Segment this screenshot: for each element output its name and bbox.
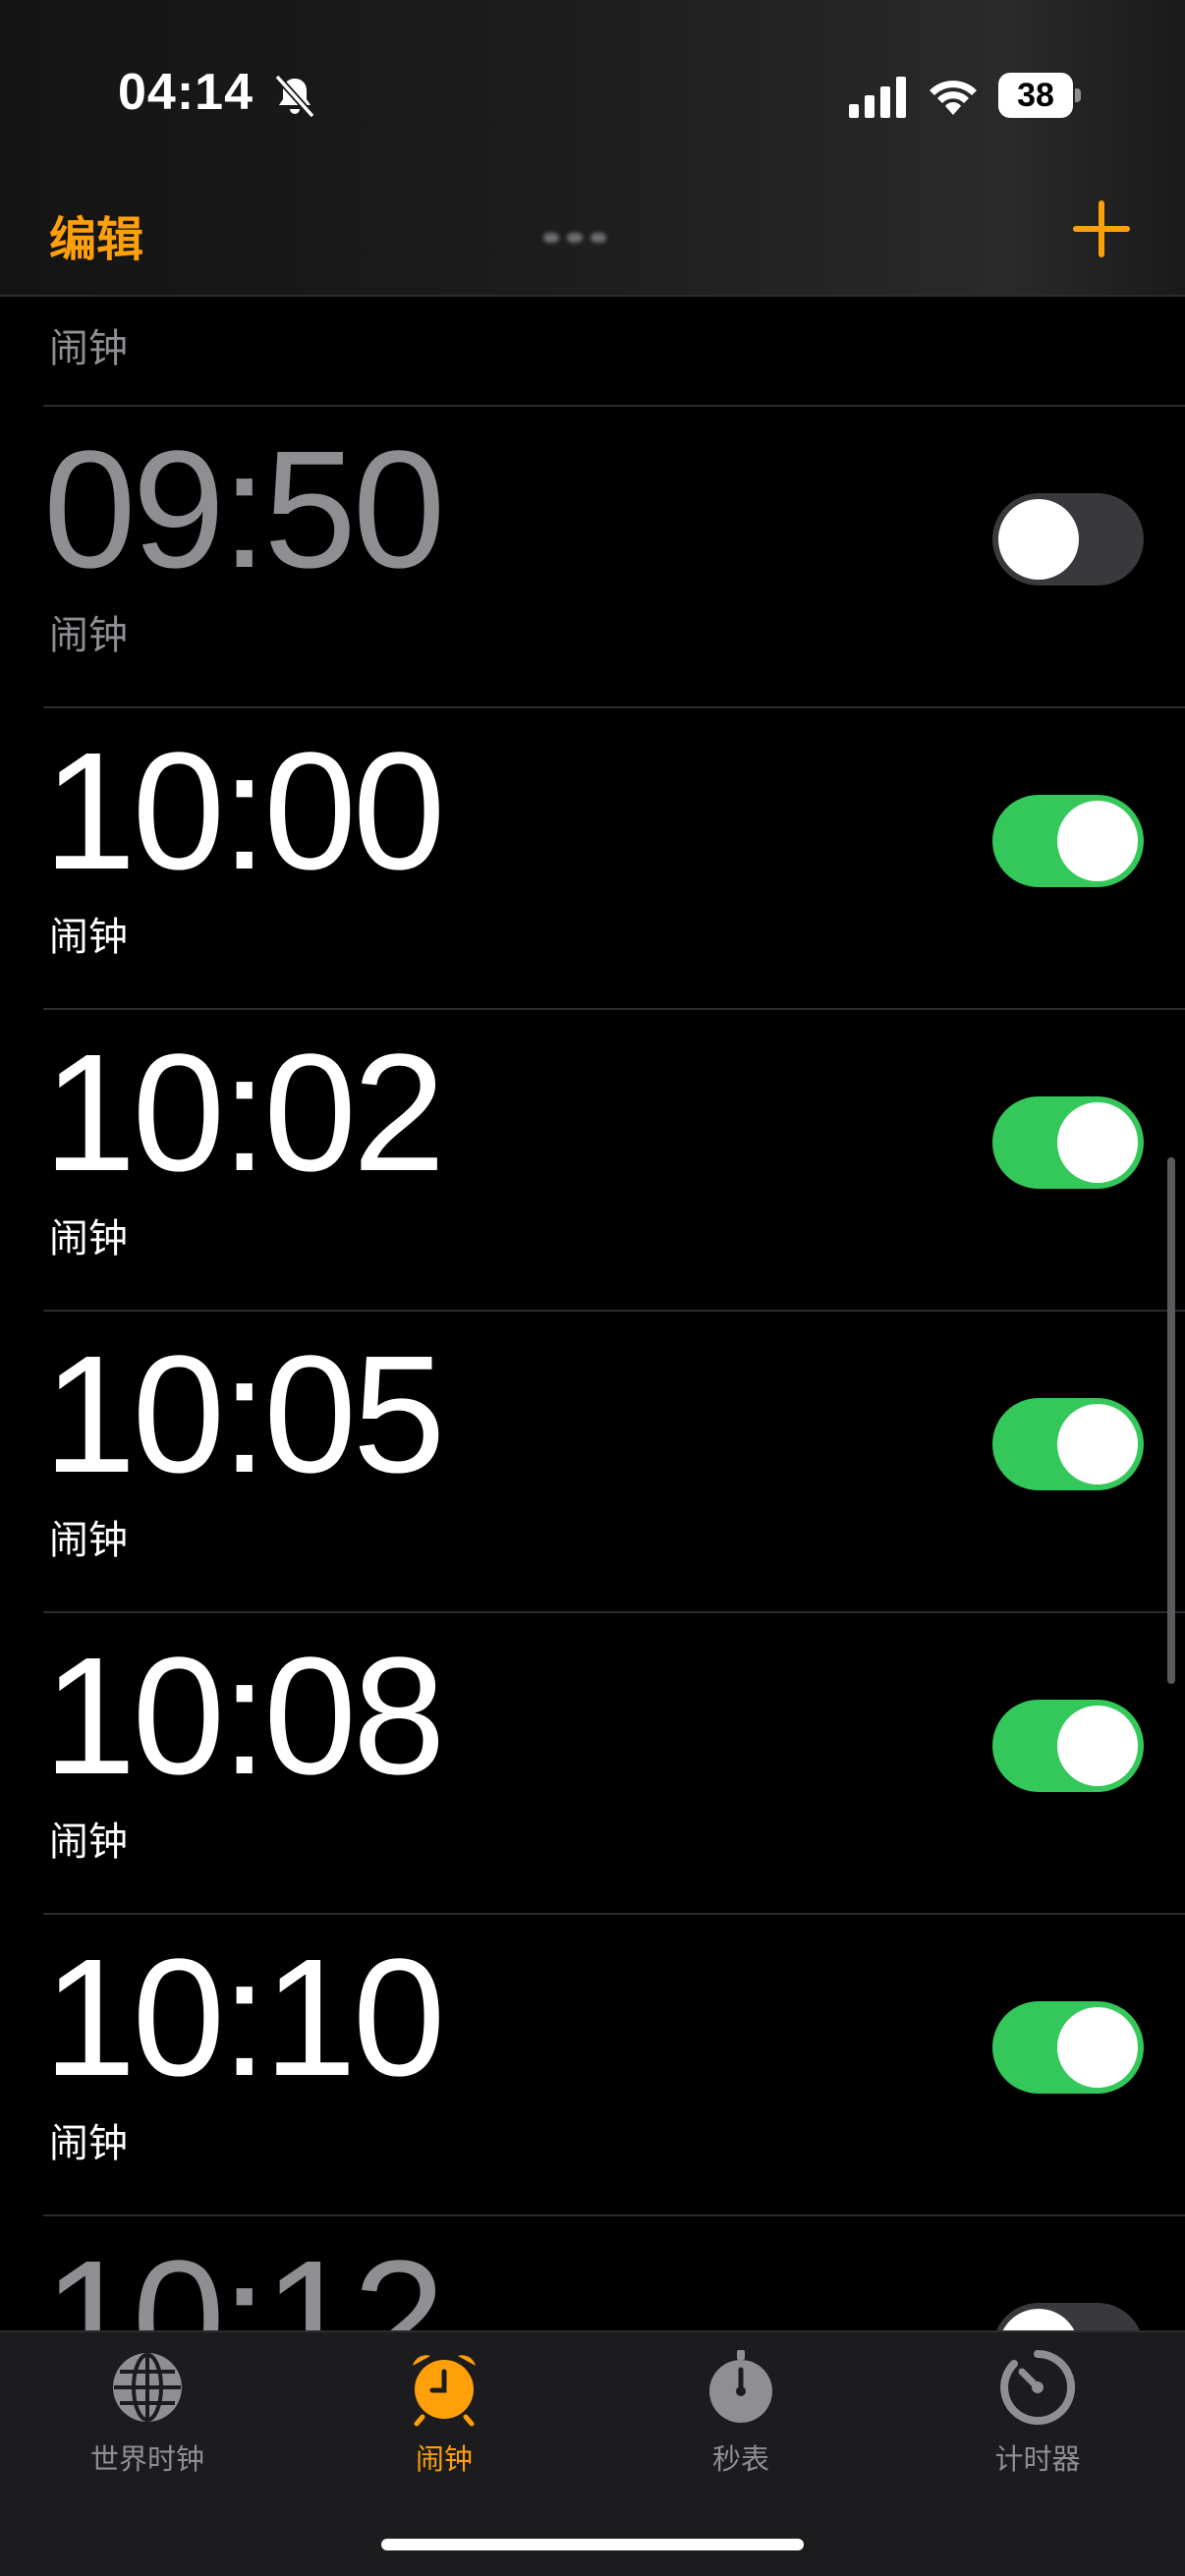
- alarm-toggle[interactable]: [992, 1700, 1144, 1792]
- alarm-toggle[interactable]: [992, 1398, 1144, 1490]
- toggle-knob: [1057, 2007, 1138, 2088]
- tab-label: 闹钟: [415, 2442, 473, 2476]
- alarm-row[interactable]: 10:10 闹钟: [0, 1915, 1185, 2216]
- globe-icon: [113, 2353, 182, 2422]
- top-bar: 04:14 38 编辑: [0, 0, 1185, 297]
- scrollbar[interactable]: [1167, 1157, 1175, 1684]
- alarm-row[interactable]: 10:05 闹钟: [0, 1312, 1185, 1613]
- tab-alarm[interactable]: 闹钟: [346, 2348, 542, 2478]
- alarm-label: 闹钟: [49, 1518, 128, 1563]
- alarm-clock-icon: [413, 2355, 476, 2427]
- toggle-knob: [1057, 1404, 1138, 1484]
- alarm-time: 10:00: [43, 718, 445, 905]
- alarm-label: 闹钟: [49, 1820, 128, 1865]
- alarm-list[interactable]: 闹钟 09:50 闹钟 10:00 闹钟 10:02 闹钟 10:05 闹钟 10:08 闹钟 10…: [0, 297, 1185, 2330]
- toggle-knob: [1057, 801, 1138, 881]
- alarm-rows: 09:50 闹钟 10:00 闹钟 10:02 闹钟 10:05 闹钟 10:08 闹钟 10:10…: [0, 407, 1185, 2330]
- alarm-label: 闹钟: [49, 2121, 128, 2166]
- alarm-row[interactable]: 09:50 闹钟: [0, 407, 1185, 708]
- battery-icon: 38: [998, 73, 1081, 118]
- alarm-toggle[interactable]: [992, 795, 1144, 887]
- tab-timer[interactable]: 计时器: [939, 2348, 1136, 2478]
- alarm-toggle[interactable]: [992, 2303, 1144, 2330]
- cellular-signal-icon: [849, 77, 906, 118]
- battery-level: 38: [1017, 77, 1054, 114]
- alarm-row[interactable]: 10:12: [0, 2216, 1185, 2330]
- alarm-toggle[interactable]: [992, 2001, 1144, 2094]
- stopwatch-icon: [709, 2350, 772, 2423]
- alarm-row[interactable]: 10:00 闹钟: [0, 708, 1185, 1010]
- alarm-time: 10:10: [43, 1925, 445, 2111]
- wifi-icon: [930, 81, 977, 115]
- add-alarm-button[interactable]: [1073, 200, 1130, 257]
- alarm-time: 10:08: [43, 1623, 445, 1810]
- home-indicator: [381, 2539, 804, 2550]
- toggle-knob: [998, 2309, 1079, 2330]
- alarm-row[interactable]: 10:08 闹钟: [0, 1613, 1185, 1915]
- tab-world-clock[interactable]: 世界时钟: [49, 2348, 246, 2478]
- tab-label: 秒表: [711, 2442, 769, 2476]
- tab-label: 计时器: [994, 2442, 1081, 2476]
- alarm-time: 09:50: [43, 417, 445, 603]
- alarm-time: 10:05: [43, 1321, 445, 1508]
- bell-muted-icon: [274, 74, 315, 119]
- toggle-knob: [998, 499, 1079, 580]
- alarm-time: 10:02: [43, 1020, 445, 1206]
- nav-title-faded: [543, 228, 642, 257]
- alarm-label: 闹钟: [49, 1216, 128, 1261]
- alarm-toggle[interactable]: [992, 1096, 1144, 1189]
- toggle-knob: [1057, 1102, 1138, 1183]
- status-time: 04:14: [118, 64, 254, 121]
- edit-button[interactable]: 编辑: [49, 200, 143, 269]
- alarm-label: 闹钟: [49, 915, 128, 960]
- alarm-time: 10:12: [43, 2226, 445, 2330]
- alarm-label: 闹钟: [49, 613, 128, 658]
- toggle-knob: [1057, 1706, 1138, 1786]
- alarm-toggle[interactable]: [992, 493, 1144, 586]
- alarm-label: 闹钟: [49, 326, 128, 371]
- timer-icon: [1000, 2350, 1076, 2425]
- tab-stopwatch[interactable]: 秒表: [643, 2348, 839, 2478]
- alarm-row[interactable]: 10:02 闹钟: [0, 1010, 1185, 1312]
- tab-label: 世界时钟: [89, 2442, 204, 2476]
